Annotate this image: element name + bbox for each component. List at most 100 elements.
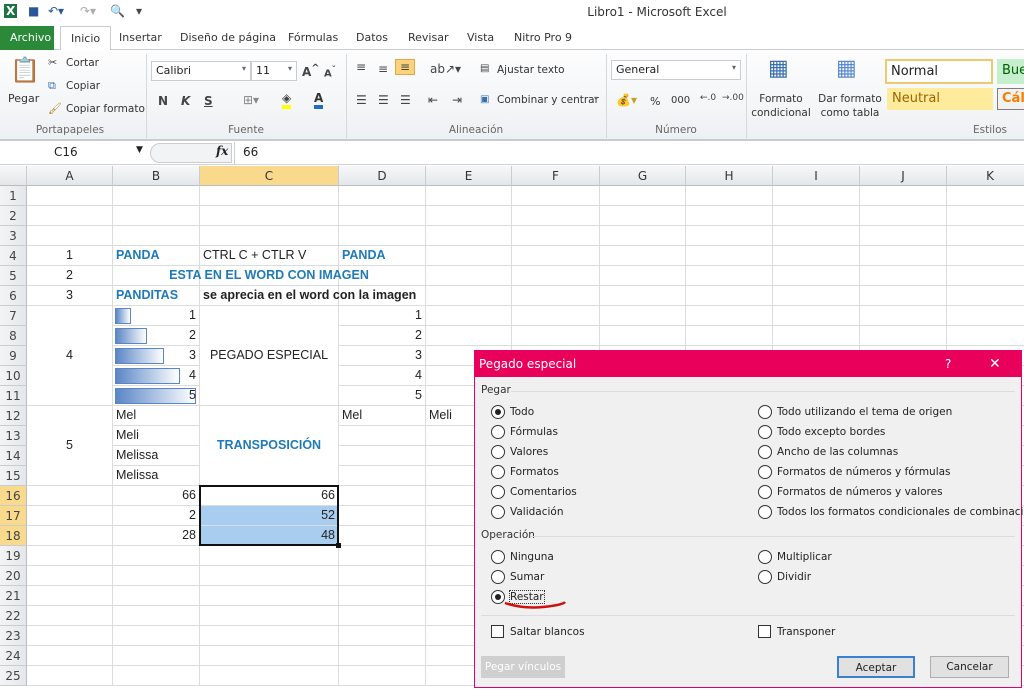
paste-icon[interactable]: 📋 xyxy=(10,56,40,84)
tab-insertar[interactable]: Insertar xyxy=(109,26,172,50)
ok-button[interactable]: Aceptar xyxy=(837,656,915,678)
column-header-h[interactable]: H xyxy=(686,166,773,186)
increase-indent-icon[interactable]: ⇥ xyxy=(452,93,462,107)
cell-b18[interactable]: 28 xyxy=(113,526,199,545)
row-header-6[interactable]: 6 xyxy=(0,286,27,306)
style-calc[interactable]: Cálc xyxy=(997,88,1024,110)
tab-nitro[interactable]: Nitro Pro 9 xyxy=(504,26,582,50)
cut-button[interactable]: Cortar xyxy=(66,57,99,69)
row-header-12[interactable]: 12 xyxy=(0,406,27,426)
row-header-3[interactable]: 3 xyxy=(0,226,27,246)
decrease-decimal-icon[interactable]: →.00 xyxy=(722,93,744,103)
align-bottom-icon[interactable]: ≡ xyxy=(395,59,416,75)
number-format-select[interactable]: General ▾ xyxy=(611,60,741,80)
cell-b6[interactable]: PANDITAS xyxy=(113,286,199,305)
paste-button[interactable]: Pegar xyxy=(8,92,39,105)
row-header-23[interactable]: 23 xyxy=(0,626,27,646)
cell-b16[interactable]: 66 xyxy=(113,486,199,505)
tab-vista[interactable]: Vista xyxy=(457,26,504,50)
row-header-7[interactable]: 7 xyxy=(0,306,27,326)
row-header-13[interactable]: 13 xyxy=(0,426,27,446)
cell-d4[interactable]: PANDA xyxy=(339,246,425,265)
transpose-checkbox[interactable]: Transponer xyxy=(758,624,835,640)
cell-c6[interactable]: se aprecia en el word con la imagen xyxy=(200,286,416,305)
cell-b9[interactable]: 3 xyxy=(113,346,199,365)
select-all-corner[interactable] xyxy=(0,166,27,186)
align-middle-icon[interactable]: ≡ xyxy=(378,62,388,76)
row-header-22[interactable]: 22 xyxy=(0,606,27,626)
row-header-11[interactable]: 11 xyxy=(0,386,27,406)
row-header-14[interactable]: 14 xyxy=(0,446,27,466)
cell-a12-a15[interactable]: 5 xyxy=(27,406,112,485)
cell-b17[interactable]: 2 xyxy=(113,506,199,525)
row-header-18[interactable]: 18 xyxy=(0,526,27,546)
tab-datos[interactable]: Datos xyxy=(346,26,398,50)
cell-b13[interactable]: Meli xyxy=(113,426,199,445)
cell-b10[interactable]: 4 xyxy=(113,366,199,385)
row-header-24[interactable]: 24 xyxy=(0,646,27,666)
grow-font-icon[interactable]: A^ xyxy=(302,63,320,79)
cell-c12-c15[interactable]: TRANSPOSICIÓN xyxy=(200,406,338,485)
radio-todo-excepto-bordes[interactable]: Todo excepto bordes xyxy=(758,424,885,440)
row-header-4[interactable]: 4 xyxy=(0,246,27,266)
row-header-17[interactable]: 17 xyxy=(0,506,27,526)
cell-d11[interactable]: 5 xyxy=(339,386,425,405)
column-header-d[interactable]: D xyxy=(339,166,426,186)
cell-a4[interactable]: 1 xyxy=(27,246,112,265)
fill-handle[interactable] xyxy=(336,543,341,548)
row-header-19[interactable]: 19 xyxy=(0,546,27,566)
row-header-1[interactable]: 1 xyxy=(0,186,27,206)
radio-comentarios[interactable]: Comentarios xyxy=(491,484,577,500)
paste-links-button[interactable]: Pegar vínculos xyxy=(481,656,565,678)
column-header-i[interactable]: I xyxy=(773,166,860,186)
column-header-b[interactable]: B xyxy=(113,166,200,186)
increase-decimal-icon[interactable]: ←.0 xyxy=(700,93,716,103)
close-button[interactable]: ✕ xyxy=(989,351,1001,377)
formula-input[interactable]: 66 xyxy=(234,142,1024,164)
align-center-icon[interactable]: ☰ xyxy=(378,93,389,107)
radio-dividir[interactable]: Dividir xyxy=(758,569,811,585)
radio-ninguna[interactable]: Ninguna xyxy=(491,549,554,565)
cancel-button[interactable]: Cancelar xyxy=(930,656,1009,678)
insert-function-icon[interactable]: fx xyxy=(216,144,228,158)
column-header-c[interactable]: C xyxy=(200,166,339,186)
radio-todo-utilizando-el-tema-de-origen[interactable]: Todo utilizando el tema de origen xyxy=(758,404,952,420)
tab-formulas[interactable]: Fórmulas xyxy=(278,26,348,50)
font-name-select[interactable]: Calibri ▾ xyxy=(151,61,251,81)
row-header-20[interactable]: 20 xyxy=(0,566,27,586)
font-color-icon[interactable]: A xyxy=(314,91,324,109)
fill-color-icon[interactable]: ◈ xyxy=(282,91,292,109)
align-left-icon[interactable]: ☰ xyxy=(356,93,367,107)
style-normal[interactable]: Normal xyxy=(885,59,993,84)
cell-b15[interactable]: Melissa xyxy=(113,466,199,485)
column-header-g[interactable]: G xyxy=(600,166,686,186)
currency-icon[interactable]: 💰▾ xyxy=(616,93,637,107)
cell-a7-a11[interactable]: 4 xyxy=(27,306,112,405)
orientation-icon[interactable]: ab↗▾ xyxy=(430,62,461,76)
cell-c7-c11[interactable]: PEGADO ESPECIAL xyxy=(200,306,338,405)
column-header-a[interactable]: A xyxy=(27,166,113,186)
style-neutral[interactable]: Neutral xyxy=(887,88,993,110)
borders-icon[interactable]: ⊞▾ xyxy=(243,93,259,107)
shrink-font-icon[interactable]: Aˇ xyxy=(324,64,336,79)
row-header-16[interactable]: 16 xyxy=(0,486,27,506)
row-header-9[interactable]: 9 xyxy=(0,346,27,366)
row-header-5[interactable]: 5 xyxy=(0,266,27,286)
bold-button[interactable]: N xyxy=(158,94,168,108)
cell-c4[interactable]: CTRL C + CTLR V xyxy=(200,246,338,265)
name-box[interactable]: C16 ▼ xyxy=(0,142,148,164)
italic-button[interactable]: K xyxy=(181,94,190,108)
radio-valores[interactable]: Valores xyxy=(491,444,548,460)
wrap-text-button[interactable]: Ajustar texto xyxy=(497,64,565,76)
underline-button[interactable]: S xyxy=(204,94,213,108)
column-header-f[interactable]: F xyxy=(512,166,600,186)
row-header-2[interactable]: 2 xyxy=(0,206,27,226)
cell-b4[interactable]: PANDA xyxy=(113,246,199,265)
cell-d7[interactable]: 1 xyxy=(339,306,425,325)
column-header-j[interactable]: J xyxy=(860,166,947,186)
help-button[interactable]: ? xyxy=(945,351,951,377)
style-good[interactable]: Bue xyxy=(997,59,1024,84)
tab-inicio[interactable]: Inicio xyxy=(60,26,112,51)
tab-revisar[interactable]: Revisar xyxy=(398,26,458,50)
radio-validación[interactable]: Validación xyxy=(491,504,564,520)
